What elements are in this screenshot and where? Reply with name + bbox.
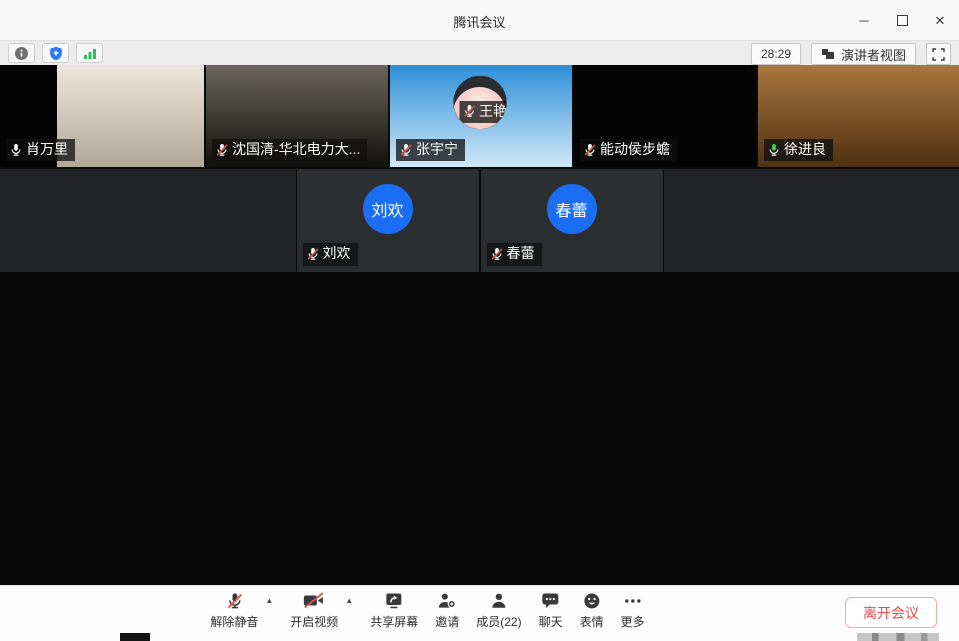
start-video-button[interactable]: 开启视频 ▲ (290, 591, 353, 630)
share-screen-button[interactable]: 共享屏幕 (370, 591, 418, 630)
participant-name: 沈国清-华北电力大... (232, 141, 360, 159)
participant-label: 春蕾 (487, 243, 542, 266)
bottom-toolbar: 解除静音 ▲ 开启视频 ▲ 共享屏幕 邀请 成员(22) 聊天 表情 更多 离开会议 (0, 585, 959, 633)
members-button[interactable]: 成员(22) (476, 591, 521, 630)
participant-video (57, 65, 204, 167)
avatar: 刘欢 (363, 184, 413, 234)
minimize-icon[interactable]: ─ (857, 13, 871, 27)
statusbar-left (8, 43, 103, 63)
meeting-statusbar: 28:29 演讲者视图 (0, 40, 959, 65)
emoji-button[interactable]: 表情 (580, 591, 604, 630)
speaker-view-button[interactable]: 演讲者视图 (811, 43, 916, 65)
window-title: 腾讯会议 (0, 12, 959, 31)
info-icon (14, 46, 29, 61)
toolbar-item-label: 共享屏幕 (370, 613, 418, 630)
toolbar-item-label: 邀请 (435, 613, 459, 630)
participant-tile[interactable]: 沈国清-华北电力大... (206, 65, 388, 167)
toolbar-item-label: 更多 (621, 613, 645, 630)
camera-off-icon (303, 592, 325, 609)
toolbar-item-label: 聊天 (539, 613, 563, 630)
mic-muted-icon (215, 143, 229, 157)
participant-name: 刘欢 (323, 245, 351, 263)
chevron-up-icon[interactable]: ▲ (265, 597, 273, 605)
mic-muted-icon (462, 104, 476, 118)
window-titlebar: 腾讯会议 ─ ✕ (0, 0, 959, 40)
participant-name: 肖万里 (26, 141, 68, 159)
participant-label: 肖万里 (6, 139, 75, 162)
participant-tile[interactable]: 王艳 (453, 76, 506, 129)
statusbar-right: 28:29 演讲者视图 (751, 43, 951, 65)
mic-muted-icon (306, 247, 320, 261)
speaker-view-label: 演讲者视图 (841, 45, 906, 64)
toolbar-item-label: 表情 (580, 613, 604, 630)
fullscreen-button[interactable] (926, 43, 951, 65)
leave-meeting-button[interactable]: 离开会议 (845, 597, 937, 628)
background-window-fragment (857, 633, 939, 641)
participant-label: 沈国清-华北电力大... (212, 139, 367, 162)
participant-label: 刘欢 (303, 243, 358, 266)
chat-icon (541, 592, 560, 609)
members-icon (490, 592, 508, 609)
meeting-info-button[interactable] (8, 43, 35, 63)
participant-tile[interactable]: 能动侯步蟾 (574, 65, 756, 167)
toolbar-item-label: 解除静音 (210, 613, 258, 630)
participant-name: 王艳 (479, 103, 506, 121)
network-status-button[interactable] (76, 43, 103, 63)
mic-muted-icon (225, 592, 243, 610)
participant-name: 能动侯步蟾 (600, 141, 670, 159)
participant-label: 王艳 (459, 101, 506, 124)
participant-tile[interactable]: 春蕾 春蕾 (481, 169, 663, 271)
close-icon[interactable]: ✕ (933, 13, 947, 27)
grid-last-row: 刘欢 刘欢春蕾 春蕾 (0, 169, 959, 271)
mic-muted-icon (583, 143, 597, 157)
layout-view-icon (821, 48, 835, 60)
background-window-fragment (120, 633, 150, 641)
mic-on-icon (9, 143, 23, 157)
chat-button[interactable]: 聊天 (539, 591, 563, 630)
invite-button[interactable]: 邀请 (435, 591, 459, 630)
toolbar-item-label: 开启视频 (290, 613, 338, 630)
participant-tile[interactable]: 徐进良 (758, 65, 959, 167)
participant-name: 春蕾 (507, 245, 535, 263)
maximize-icon[interactable] (895, 13, 909, 27)
window-controls: ─ ✕ (857, 0, 947, 40)
security-shield-icon (49, 46, 63, 61)
participant-label: 徐进良 (764, 139, 833, 162)
unmute-button[interactable]: 解除静音 ▲ (210, 591, 273, 630)
mic-speaking-icon (767, 143, 781, 157)
meeting-timer: 28:29 (751, 43, 801, 65)
toolbar-items: 解除静音 ▲ 开启视频 ▲ 共享屏幕 邀请 成员(22) 聊天 表情 更多 (210, 591, 644, 630)
network-signal-icon (83, 47, 97, 60)
video-grid: 肖万里 沈国清-华北电力大... 张宇宁 能动侯步蟾 徐进良 张衡 苗政 陈海平… (0, 65, 959, 585)
participant-name: 徐进良 (784, 141, 826, 159)
avatar: 春蕾 (547, 184, 597, 234)
emoji-icon (583, 592, 601, 610)
participant-tile[interactable]: 肖万里 (0, 65, 204, 167)
share-screen-icon (384, 592, 404, 610)
mic-muted-icon (399, 143, 413, 157)
participant-label: 张宇宁 (396, 139, 465, 162)
participant-tile[interactable]: 刘欢 刘欢 (297, 169, 479, 271)
more-button[interactable]: 更多 (621, 591, 645, 630)
desktop-strip (0, 633, 959, 641)
participant-name: 张宇宁 (416, 141, 458, 159)
toolbar-item-label: 成员(22) (476, 613, 521, 630)
chevron-up-icon[interactable]: ▲ (345, 597, 353, 605)
invite-icon (437, 592, 457, 609)
mic-muted-icon (490, 247, 504, 261)
more-icon (623, 592, 643, 610)
fullscreen-icon (932, 48, 945, 61)
participant-label: 能动侯步蟾 (580, 139, 677, 162)
security-button[interactable] (42, 43, 69, 63)
